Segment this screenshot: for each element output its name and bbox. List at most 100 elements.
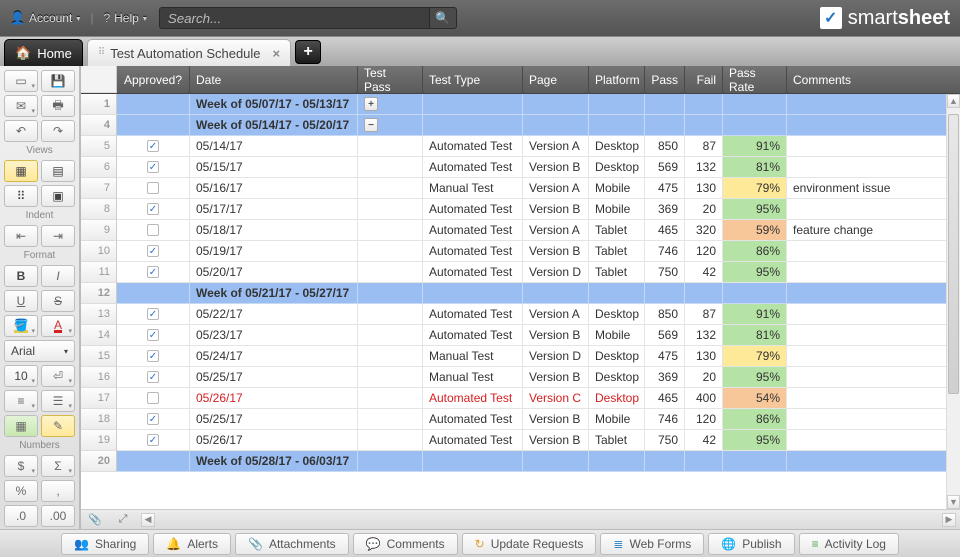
cell-fail[interactable]: 120 [685, 409, 723, 430]
cell-testtype[interactable]: Automated Test [423, 304, 523, 325]
row-number[interactable]: 14 [81, 325, 117, 346]
cell-approved[interactable]: ✓ [117, 157, 190, 178]
attach-row-button[interactable]: 📎 [83, 512, 107, 528]
col-date[interactable]: Date [190, 66, 358, 93]
cell-comments[interactable] [787, 262, 960, 283]
cell-date[interactable]: 05/23/17 [190, 325, 358, 346]
cell-rate[interactable]: 81% [723, 157, 787, 178]
cell-approved[interactable]: ✓ [117, 136, 190, 157]
cell-testpass[interactable] [358, 346, 423, 367]
cell-testpass[interactable]: + [358, 94, 423, 115]
cell-rate[interactable]: 86% [723, 241, 787, 262]
cell-platform[interactable] [589, 94, 645, 115]
cell-testpass[interactable] [358, 157, 423, 178]
cell-platform[interactable]: Mobile [589, 199, 645, 220]
cell-testtype[interactable]: Automated Test [423, 157, 523, 178]
cell-comments[interactable] [787, 409, 960, 430]
cell-date[interactable]: 05/18/17 [190, 220, 358, 241]
horizontal-scrollbar[interactable]: ◀ ▶ [141, 513, 956, 527]
cell-approved[interactable] [117, 94, 190, 115]
cell-page[interactable]: Version A [523, 220, 589, 241]
cell-platform[interactable]: Desktop [589, 367, 645, 388]
cell-rate[interactable] [723, 115, 787, 136]
checkbox-icon[interactable]: ✓ [147, 140, 159, 152]
cell-page[interactable]: Version D [523, 262, 589, 283]
cell-fail[interactable] [685, 115, 723, 136]
table-row[interactable]: 4Week of 05/14/17 - 05/20/17− [81, 115, 960, 136]
cell-comments[interactable] [787, 346, 960, 367]
updates-tab[interactable]: ↻Update Requests [462, 533, 597, 555]
attachments-tab[interactable]: 📎Attachments [235, 533, 349, 555]
cell-platform[interactable]: Desktop [589, 136, 645, 157]
cell-fail[interactable]: 320 [685, 220, 723, 241]
table-row[interactable]: 8✓05/17/17Automated TestVersion BMobile3… [81, 199, 960, 220]
checkbox-icon[interactable] [147, 182, 159, 194]
col-approved[interactable]: Approved? [117, 66, 190, 93]
cell-fail[interactable] [685, 283, 723, 304]
cell-approved[interactable] [117, 178, 190, 199]
cell-page[interactable]: Version A [523, 136, 589, 157]
cell-rate[interactable]: 95% [723, 199, 787, 220]
cell-approved[interactable] [117, 283, 190, 304]
cell-rate[interactable]: 79% [723, 346, 787, 367]
underline-button[interactable]: U [4, 290, 38, 312]
gantt-view-button[interactable]: ▤ [41, 160, 75, 182]
cell-date[interactable]: 05/25/17 [190, 409, 358, 430]
table-row[interactable]: 16✓05/25/17Manual TestVersion BDesktop36… [81, 367, 960, 388]
cell-approved[interactable]: ✓ [117, 430, 190, 451]
cell-testpass[interactable] [358, 409, 423, 430]
row-number[interactable]: 6 [81, 157, 117, 178]
cell-page[interactable] [523, 451, 589, 472]
undo-button[interactable]: ↶ [4, 120, 38, 142]
cell-pass[interactable]: 465 [645, 220, 685, 241]
cell-pass[interactable]: 746 [645, 241, 685, 262]
publish-tab[interactable]: 🌐Publish [708, 533, 794, 555]
expand-icon[interactable]: + [364, 97, 378, 111]
cell-testpass[interactable] [358, 178, 423, 199]
align-h-button[interactable]: ≡▾ [4, 390, 38, 412]
cell-page[interactable] [523, 283, 589, 304]
cell-date[interactable]: 05/22/17 [190, 304, 358, 325]
cell-testpass[interactable] [358, 430, 423, 451]
search-input[interactable] [159, 7, 429, 29]
col-rate[interactable]: Pass Rate [723, 66, 787, 93]
table-row[interactable]: 13✓05/22/17Automated TestVersion ADeskto… [81, 304, 960, 325]
cell-fail[interactable]: 20 [685, 367, 723, 388]
percent-button[interactable]: % [4, 480, 38, 502]
cell-fail[interactable]: 400 [685, 388, 723, 409]
col-testpass[interactable]: Test Pass [358, 66, 423, 93]
activity-tab[interactable]: ≡Activity Log [799, 533, 899, 555]
cell-pass[interactable] [645, 94, 685, 115]
table-row[interactable]: 905/18/17Automated TestVersion ATablet46… [81, 220, 960, 241]
cell-comments[interactable] [787, 115, 960, 136]
cell-platform[interactable]: Tablet [589, 430, 645, 451]
row-number[interactable]: 19 [81, 430, 117, 451]
cell-fail[interactable]: 42 [685, 262, 723, 283]
cell-platform[interactable]: Desktop [589, 157, 645, 178]
cell-approved[interactable] [117, 115, 190, 136]
cell-testpass[interactable] [358, 367, 423, 388]
cell-pass[interactable]: 465 [645, 388, 685, 409]
cell-rate[interactable] [723, 283, 787, 304]
cell-testtype[interactable]: Automated Test [423, 220, 523, 241]
col-page[interactable]: Page [523, 66, 589, 93]
cell-approved[interactable]: ✓ [117, 409, 190, 430]
cell-approved[interactable]: ✓ [117, 262, 190, 283]
font-select[interactable]: Arial▾ [4, 340, 75, 362]
alerts-tab[interactable]: 🔔Alerts [153, 533, 231, 555]
col-fail[interactable]: Fail [685, 66, 723, 93]
cell-approved[interactable]: ✓ [117, 367, 190, 388]
search-button[interactable]: 🔍 [429, 7, 457, 29]
checkbox-icon[interactable]: ✓ [147, 266, 159, 278]
table-row[interactable]: 705/16/17Manual TestVersion AMobile47513… [81, 178, 960, 199]
row-number[interactable]: 15 [81, 346, 117, 367]
cell-testpass[interactable] [358, 325, 423, 346]
table-row[interactable]: 1705/26/17Automated TestVersion CDesktop… [81, 388, 960, 409]
cell-approved[interactable] [117, 451, 190, 472]
close-icon[interactable]: × [273, 46, 281, 61]
thousands-button[interactable]: , [41, 480, 75, 502]
cell-date[interactable]: 05/26/17 [190, 430, 358, 451]
cell-approved[interactable] [117, 388, 190, 409]
cell-testpass[interactable] [358, 388, 423, 409]
strike-button[interactable]: S [41, 290, 75, 312]
